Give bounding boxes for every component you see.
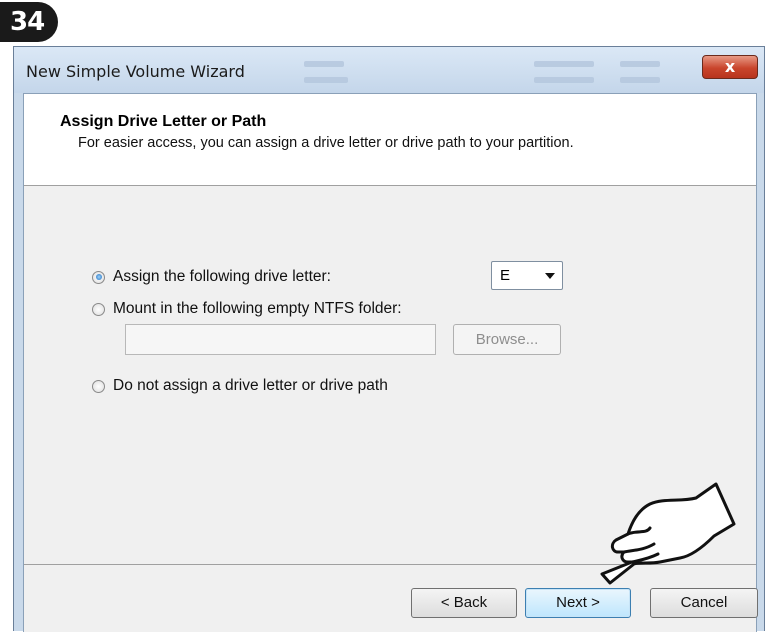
background-blur	[620, 77, 660, 83]
back-button[interactable]: < Back	[411, 588, 517, 618]
title-bar[interactable]: New Simple Volume Wizard x	[14, 47, 764, 93]
close-icon: x	[724, 57, 736, 76]
window-title: New Simple Volume Wizard	[26, 62, 245, 81]
option-assign-letter-label: Assign the following drive letter:	[113, 268, 331, 285]
background-blur	[620, 61, 660, 67]
page-subtitle: For easier access, you can assign a driv…	[78, 135, 574, 151]
option-assign-letter[interactable]: Assign the following drive letter:	[92, 268, 331, 286]
next-button-label: Next >	[556, 594, 600, 611]
next-button[interactable]: Next >	[525, 588, 631, 618]
drive-letter-value: E	[500, 267, 511, 284]
background-blur	[304, 77, 348, 83]
folder-path-input[interactable]	[125, 324, 436, 355]
drive-letter-select[interactable]: E	[491, 261, 563, 290]
close-button[interactable]: x	[702, 55, 758, 79]
browse-button-label: Browse...	[475, 331, 539, 348]
background-blur	[534, 61, 594, 67]
page-title: Assign Drive Letter or Path	[60, 113, 267, 130]
step-number-badge: 34	[0, 2, 58, 42]
option-mount-folder-label: Mount in the following empty NTFS folder…	[113, 300, 402, 317]
chevron-down-icon	[545, 273, 555, 279]
option-mount-folder[interactable]: Mount in the following empty NTFS folder…	[92, 300, 402, 318]
browse-button[interactable]: Browse...	[453, 324, 561, 355]
background-blur	[304, 61, 344, 67]
radio-mount-folder[interactable]	[92, 302, 105, 316]
back-button-label: < Back	[440, 594, 488, 611]
option-no-assign[interactable]: Do not assign a drive letter or drive pa…	[92, 377, 388, 395]
wizard-header: Assign Drive Letter or Path For easier a…	[24, 94, 756, 186]
radio-no-assign[interactable]	[92, 379, 105, 393]
option-no-assign-label: Do not assign a drive letter or drive pa…	[113, 377, 388, 394]
background-blur	[534, 77, 594, 83]
cancel-button-label: Cancel	[680, 594, 728, 611]
radio-assign-letter[interactable]	[92, 270, 105, 284]
cancel-button[interactable]: Cancel	[650, 588, 758, 618]
pointing-hand-icon	[600, 482, 736, 585]
